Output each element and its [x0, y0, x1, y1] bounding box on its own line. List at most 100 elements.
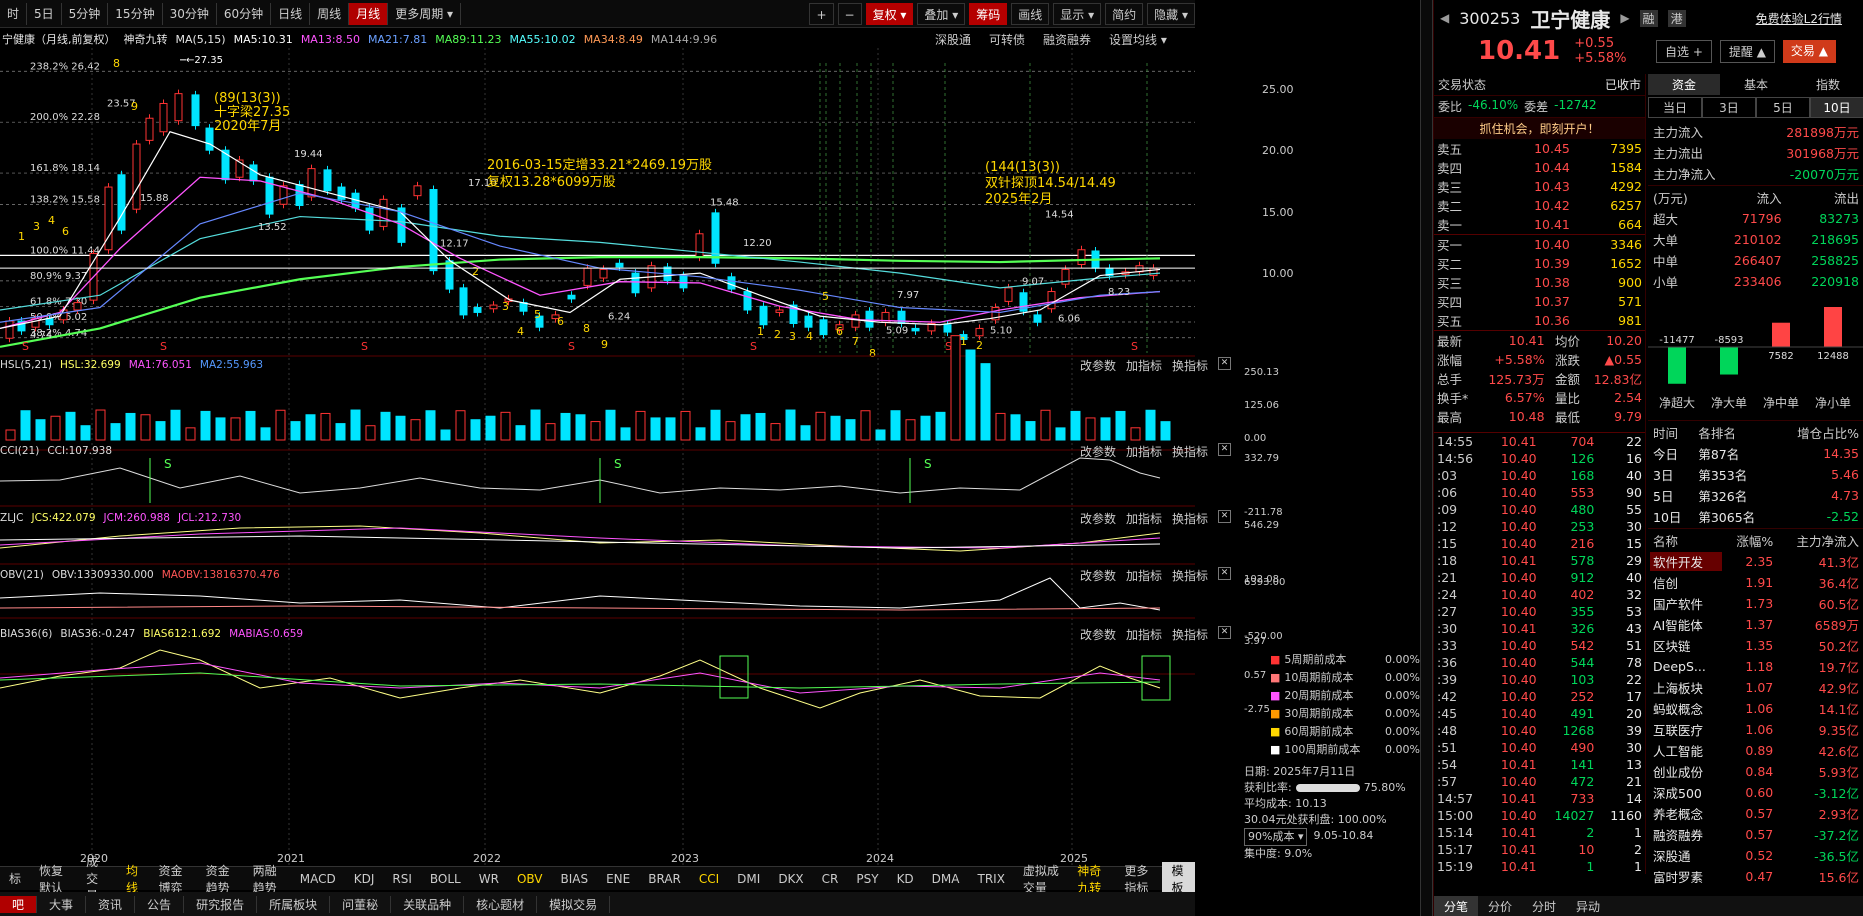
sector-row[interactable]: 人工智能 0.89 42.6亿 — [1650, 741, 1862, 760]
fund-tab-2[interactable]: 指数 — [1792, 74, 1863, 95]
alert-button[interactable]: 提醒 ▲ — [1719, 40, 1775, 63]
tool-btn-4[interactable]: 筹码 — [969, 3, 1008, 25]
sector-row[interactable]: 富时罗素 0.47 15.6亿 — [1650, 867, 1862, 886]
promo-link[interactable]: 免费体验L2行情 — [1756, 10, 1842, 27]
panel-btn-1[interactable]: 加指标 — [1126, 510, 1162, 527]
tick-tab-2[interactable]: 分时 — [1522, 896, 1566, 916]
period-tab-4[interactable]: 30分钟 — [163, 2, 217, 25]
tool-btn-6[interactable]: 显示 ▾ — [1053, 3, 1102, 25]
open-account-ad[interactable]: 抓住机会，即刻开户！ — [1434, 118, 1645, 139]
indicator-tab-3[interactable]: 均线 — [117, 862, 150, 896]
indicator-tab-12[interactable]: OBV — [508, 872, 552, 886]
prev-stock-icon[interactable]: ◀ — [1440, 11, 1449, 25]
tick-tab-1[interactable]: 分价 — [1478, 896, 1522, 916]
indicator-tab-18[interactable]: DKX — [769, 872, 812, 886]
tool-btn-1[interactable]: − — [837, 3, 862, 25]
tool-rzrq[interactable]: 融资融券 — [1043, 31, 1091, 48]
panel-btn-0[interactable]: 改参数 — [1080, 567, 1116, 584]
period-tab-2[interactable]: 5分钟 — [62, 2, 109, 25]
close-panel-icon[interactable]: ✕ — [1218, 626, 1232, 639]
period-tab-0[interactable]: 时 — [0, 2, 28, 25]
indicator-tab-27[interactable]: 模板 — [1162, 861, 1196, 896]
tool-btn-3[interactable]: 叠加 ▾ — [917, 3, 966, 25]
indicator-tab-26[interactable]: 更多指标 — [1115, 862, 1162, 896]
indicator-tab-21[interactable]: KD — [888, 872, 923, 886]
close-panel-icon[interactable]: ✕ — [1218, 443, 1232, 456]
tool-btn-7[interactable]: 简约 — [1105, 3, 1144, 25]
info-tab-1[interactable]: 大事 — [37, 895, 87, 913]
indicator-tab-16[interactable]: CCI — [690, 872, 728, 886]
period-tab-6[interactable]: 日线 — [271, 2, 311, 25]
sector-row[interactable]: 融资融券 0.57 -37.2亿 — [1650, 825, 1862, 844]
panel-btn-2[interactable]: 换指标 — [1172, 567, 1208, 584]
ma-param[interactable]: MA(5,15) — [176, 33, 226, 46]
period-tab-1[interactable]: 5日 — [27, 2, 62, 25]
panel-btn-1[interactable]: 加指标 — [1126, 626, 1162, 643]
info-tab-2[interactable]: 资讯 — [86, 895, 136, 913]
feature-label[interactable]: 神奇九转 — [124, 31, 168, 47]
indicator-tab-8[interactable]: KDJ — [345, 872, 384, 886]
close-panel-icon[interactable]: ✕ — [1218, 567, 1232, 580]
panel-btn-2[interactable]: 换指标 — [1172, 357, 1208, 374]
period-tab-7[interactable]: 周线 — [310, 2, 350, 25]
cost-select[interactable]: 90%成本 ▾ — [1244, 828, 1308, 846]
period-tab-3[interactable]: 15分钟 — [108, 2, 163, 25]
panel-btn-2[interactable]: 换指标 — [1172, 443, 1208, 460]
sector-row[interactable]: 软件开发 2.35 41.3亿 — [1650, 552, 1862, 571]
scroll-divider[interactable] — [1420, 0, 1433, 916]
panel-btn-0[interactable]: 改参数 — [1080, 510, 1116, 527]
indicator-tab-11[interactable]: WR — [470, 872, 508, 886]
indicator-tab-9[interactable]: RSI — [383, 872, 421, 886]
tool-set-ma[interactable]: 设置均线 ▾ — [1109, 31, 1167, 48]
sector-row[interactable]: 蚂蚁概念 1.06 14.1亿 — [1650, 699, 1862, 718]
panel-btn-2[interactable]: 换指标 — [1172, 626, 1208, 643]
tool-btn-8[interactable]: 隐藏 ▾ — [1147, 3, 1195, 25]
indicator-tab-14[interactable]: ENE — [597, 872, 639, 886]
indicator-tab-19[interactable]: CR — [813, 872, 848, 886]
indicator-tab-20[interactable]: PSY — [847, 872, 887, 886]
indicator-tab-13[interactable]: BIAS — [551, 872, 597, 886]
tool-sgt[interactable]: 深股通 — [935, 31, 971, 48]
indicator-tab-24[interactable]: 虚拟成交量 — [1014, 862, 1068, 896]
sector-row[interactable]: 养老概念 0.57 2.93亿 — [1650, 804, 1862, 823]
indicator-tab-7[interactable]: MACD — [291, 872, 345, 886]
panel-btn-1[interactable]: 加指标 — [1126, 357, 1162, 374]
indicator-tab-4[interactable]: 资金博弈 — [149, 862, 196, 896]
indicator-tab-6[interactable]: 两融趋势 — [244, 862, 291, 896]
info-tab-4[interactable]: 研究报告 — [184, 895, 258, 913]
info-tab-5[interactable]: 所属板块 — [257, 895, 331, 913]
tool-kzz[interactable]: 可转债 — [989, 31, 1025, 48]
tool-btn-2[interactable]: 复权 ▾ — [865, 3, 914, 25]
indicator-tab-10[interactable]: BOLL — [421, 872, 470, 886]
tool-btn-0[interactable]: + — [809, 3, 834, 25]
panel-btn-1[interactable]: 加指标 — [1126, 567, 1162, 584]
sector-row[interactable]: 创业成份 0.84 5.93亿 — [1650, 762, 1862, 781]
day-tab-2[interactable]: 5日 — [1756, 97, 1810, 118]
sector-row[interactable]: 上海板块 1.07 42.9亿 — [1650, 678, 1862, 697]
sector-row[interactable]: AI智能体 1.37 6589万 — [1650, 615, 1862, 634]
panel-btn-1[interactable]: 加指标 — [1126, 443, 1162, 460]
panel-btn-0[interactable]: 改参数 — [1080, 357, 1116, 374]
sector-row[interactable]: 深股通 0.52 -36.5亿 — [1650, 846, 1862, 865]
watchlist-button[interactable]: 自选 + — [1656, 40, 1712, 63]
sector-row[interactable]: 国产软件 1.73 60.5亿 — [1650, 594, 1862, 613]
indicator-tab-5[interactable]: 资金趋势 — [197, 862, 244, 896]
info-tab-0[interactable]: 吧 — [0, 895, 38, 913]
indicator-tab-23[interactable]: TRIX — [968, 872, 1013, 886]
period-tab-8[interactable]: 月线 — [349, 2, 389, 25]
fund-tab-1[interactable]: 基本 — [1720, 74, 1792, 95]
panel-btn-0[interactable]: 改参数 — [1080, 443, 1116, 460]
next-stock-icon[interactable]: ▶ — [1620, 11, 1629, 25]
sector-row[interactable]: 互联医疗 1.06 9.35亿 — [1650, 720, 1862, 739]
tick-tab-0[interactable]: 分笔 — [1434, 896, 1479, 916]
sector-row[interactable]: 信创 1.91 36.4亿 — [1650, 573, 1862, 592]
sector-row[interactable]: 深成500 0.60 -3.12亿 — [1650, 783, 1862, 802]
panel-btn-0[interactable]: 改参数 — [1080, 626, 1116, 643]
period-tab-5[interactable]: 60分钟 — [217, 2, 272, 25]
indicator-tab-15[interactable]: BRAR — [639, 872, 690, 886]
close-panel-icon[interactable]: ✕ — [1218, 357, 1232, 370]
tick-tab-3[interactable]: 异动 — [1566, 896, 1610, 916]
info-tab-8[interactable]: 核心题材 — [464, 895, 538, 913]
day-tab-0[interactable]: 当日 — [1648, 97, 1702, 118]
indicator-tab-22[interactable]: DMA — [923, 872, 969, 886]
